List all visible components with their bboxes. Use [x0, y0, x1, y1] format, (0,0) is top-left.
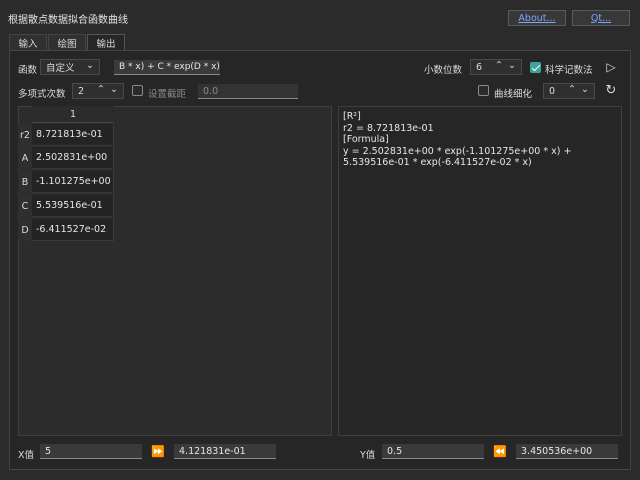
table-cell[interactable]: 8.721813e-01 [32, 124, 114, 146]
intercept-checkbox[interactable] [132, 85, 143, 96]
polynomial-degree-spinbox[interactable]: 2 ⌃ ⌄ [72, 83, 124, 99]
rewind-icon[interactable]: ⏪ [492, 443, 508, 459]
scientific-notation-checkbox[interactable] [530, 62, 541, 73]
output-text-area[interactable]: [R²] r2 = 8.721813e-01 [Formula] y = 2.5… [338, 106, 622, 436]
function-type-value: 自定义 [46, 63, 75, 74]
function-label: 函数 [18, 65, 38, 76]
play-icon[interactable]: ▷ [602, 58, 620, 76]
chevron-down-icon[interactable]: ⌄ [110, 84, 118, 95]
table-column-header[interactable]: 1 [32, 106, 114, 123]
decimals-spinbox[interactable]: 6 ⌃ ⌄ [470, 59, 522, 75]
polynomial-degree-value: 2 [78, 85, 85, 97]
x-value-label: X值 [18, 450, 35, 461]
intercept-input[interactable]: 0.0 [198, 84, 298, 99]
decimals-label: 小数位数 [424, 65, 463, 76]
about-button[interactable]: About... [508, 10, 566, 26]
fast-forward-icon[interactable]: ⏩ [150, 443, 166, 459]
table-cell[interactable]: 5.539516e-01 [32, 195, 114, 217]
table-cell[interactable]: -6.411527e-02 [32, 219, 114, 241]
window-title: 根据散点数据拟合函数曲线 [8, 15, 128, 26]
decimals-value: 6 [476, 61, 483, 73]
table-cell[interactable]: 2.502831e+00 [32, 147, 114, 169]
scientific-notation-label: 科学记数法 [545, 65, 593, 76]
chevron-down-icon: ⌄ [86, 60, 94, 71]
refresh-icon[interactable]: ↻ [602, 81, 620, 99]
table-row-header[interactable]: B [18, 171, 32, 193]
function-type-dropdown[interactable]: 自定义 ⌄ [40, 59, 100, 75]
table-cell[interactable]: -1.101275e+00 [32, 171, 114, 193]
qt-button[interactable]: Qt... [572, 10, 630, 26]
y-value-input[interactable]: 0.5 [382, 444, 484, 459]
table-row-header[interactable]: C [18, 195, 32, 217]
curve-smooth-spinbox[interactable]: 0 ⌃ ⌄ [543, 83, 595, 99]
chevron-down-icon[interactable]: ⌄ [508, 60, 516, 71]
polynomial-degree-label: 多项式次数 [18, 89, 66, 100]
tab-output[interactable]: 输出 [87, 34, 125, 50]
tab-input[interactable]: 输入 [9, 34, 47, 50]
table-row-header[interactable]: r2 [18, 124, 32, 146]
x-value-input[interactable]: 5 [40, 444, 142, 459]
curve-smooth-label: 曲线细化 [494, 89, 533, 100]
chevron-up-icon[interactable]: ⌃ [568, 84, 576, 95]
curve-smooth-value: 0 [549, 85, 556, 97]
chevron-up-icon[interactable]: ⌃ [495, 60, 503, 71]
chevron-up-icon[interactable]: ⌃ [97, 84, 105, 95]
y-result-output: 3.450536e+00 [516, 444, 618, 459]
curve-smooth-checkbox[interactable] [478, 85, 489, 96]
y-value-label: Y值 [360, 450, 376, 461]
table-row-header[interactable]: A [18, 147, 32, 169]
tab-plot[interactable]: 绘图 [48, 34, 86, 50]
x-result-output: 4.121831e-01 [174, 444, 276, 459]
table-row-header[interactable]: D [18, 219, 32, 241]
formula-input[interactable]: B * x) + C * exp(D * x) [114, 60, 220, 75]
chevron-down-icon[interactable]: ⌄ [581, 84, 589, 95]
intercept-label: 设置截距 [148, 89, 187, 100]
